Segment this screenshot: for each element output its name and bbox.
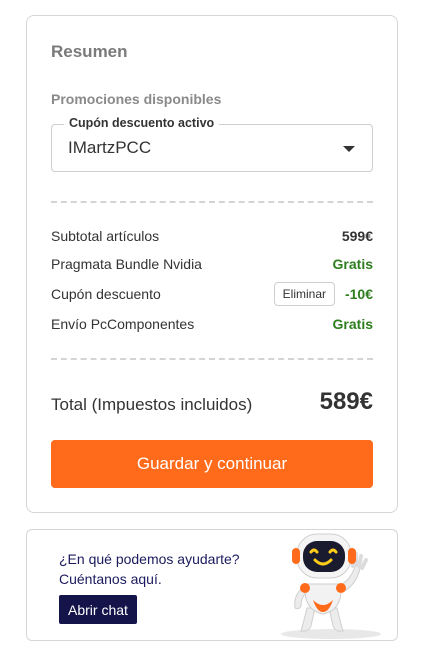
bundle-label: Pragmata Bundle Nvidia: [51, 256, 202, 272]
subtotal-label: Subtotal artículos: [51, 228, 160, 244]
help-question: ¿En qué podemos ayudarte?: [59, 551, 240, 567]
coupon-row: Cupón descuento Eliminar -10€: [51, 282, 373, 306]
shipping-value: Gratis: [332, 316, 373, 332]
robot-mascot-icon: [281, 533, 381, 639]
summary-title: Resumen: [51, 42, 128, 61]
shipping-label: Envío PcComponentes: [51, 316, 195, 332]
shipping-row: Envío PcComponentes Gratis: [51, 315, 373, 335]
promotions-heading: Promociones disponibles: [51, 91, 222, 107]
divider: [51, 358, 373, 360]
coupon-discount-value: -10€: [344, 286, 373, 302]
help-text: ¿En qué podemos ayudarte? Cuéntanos aquí…: [59, 549, 240, 589]
order-summary-card: Resumen Promociones disponibles Cupón de…: [26, 15, 398, 513]
bundle-row: Pragmata Bundle Nvidia Gratis: [51, 255, 373, 275]
divider: [51, 201, 373, 203]
coupon-discount-label: Cupón descuento: [51, 286, 161, 302]
subtotal-row: Subtotal artículos 599€: [51, 227, 373, 247]
subtotal-value: 599€: [341, 228, 373, 244]
total-row: Total (Impuestos incluidos) 589€: [51, 388, 373, 418]
coupon-select-label: Cupón descuento activo: [64, 116, 220, 130]
save-and-continue-button[interactable]: Guardar y continuar: [51, 440, 373, 488]
open-chat-button[interactable]: Abrir chat: [59, 595, 137, 624]
help-prompt: Cuéntanos aquí.: [59, 571, 162, 587]
help-chat-card: ¿En qué podemos ayudarte? Cuéntanos aquí…: [26, 529, 398, 641]
remove-coupon-button[interactable]: Eliminar: [273, 282, 335, 306]
bundle-value: Gratis: [332, 256, 373, 272]
chevron-down-icon: [343, 146, 355, 152]
coupon-select[interactable]: Cupón descuento activo IMartzPCC: [51, 116, 373, 172]
coupon-select-value: IMartzPCC: [68, 138, 152, 157]
total-value: 589€: [319, 388, 373, 415]
total-label: Total (Impuestos incluidos): [51, 395, 253, 414]
